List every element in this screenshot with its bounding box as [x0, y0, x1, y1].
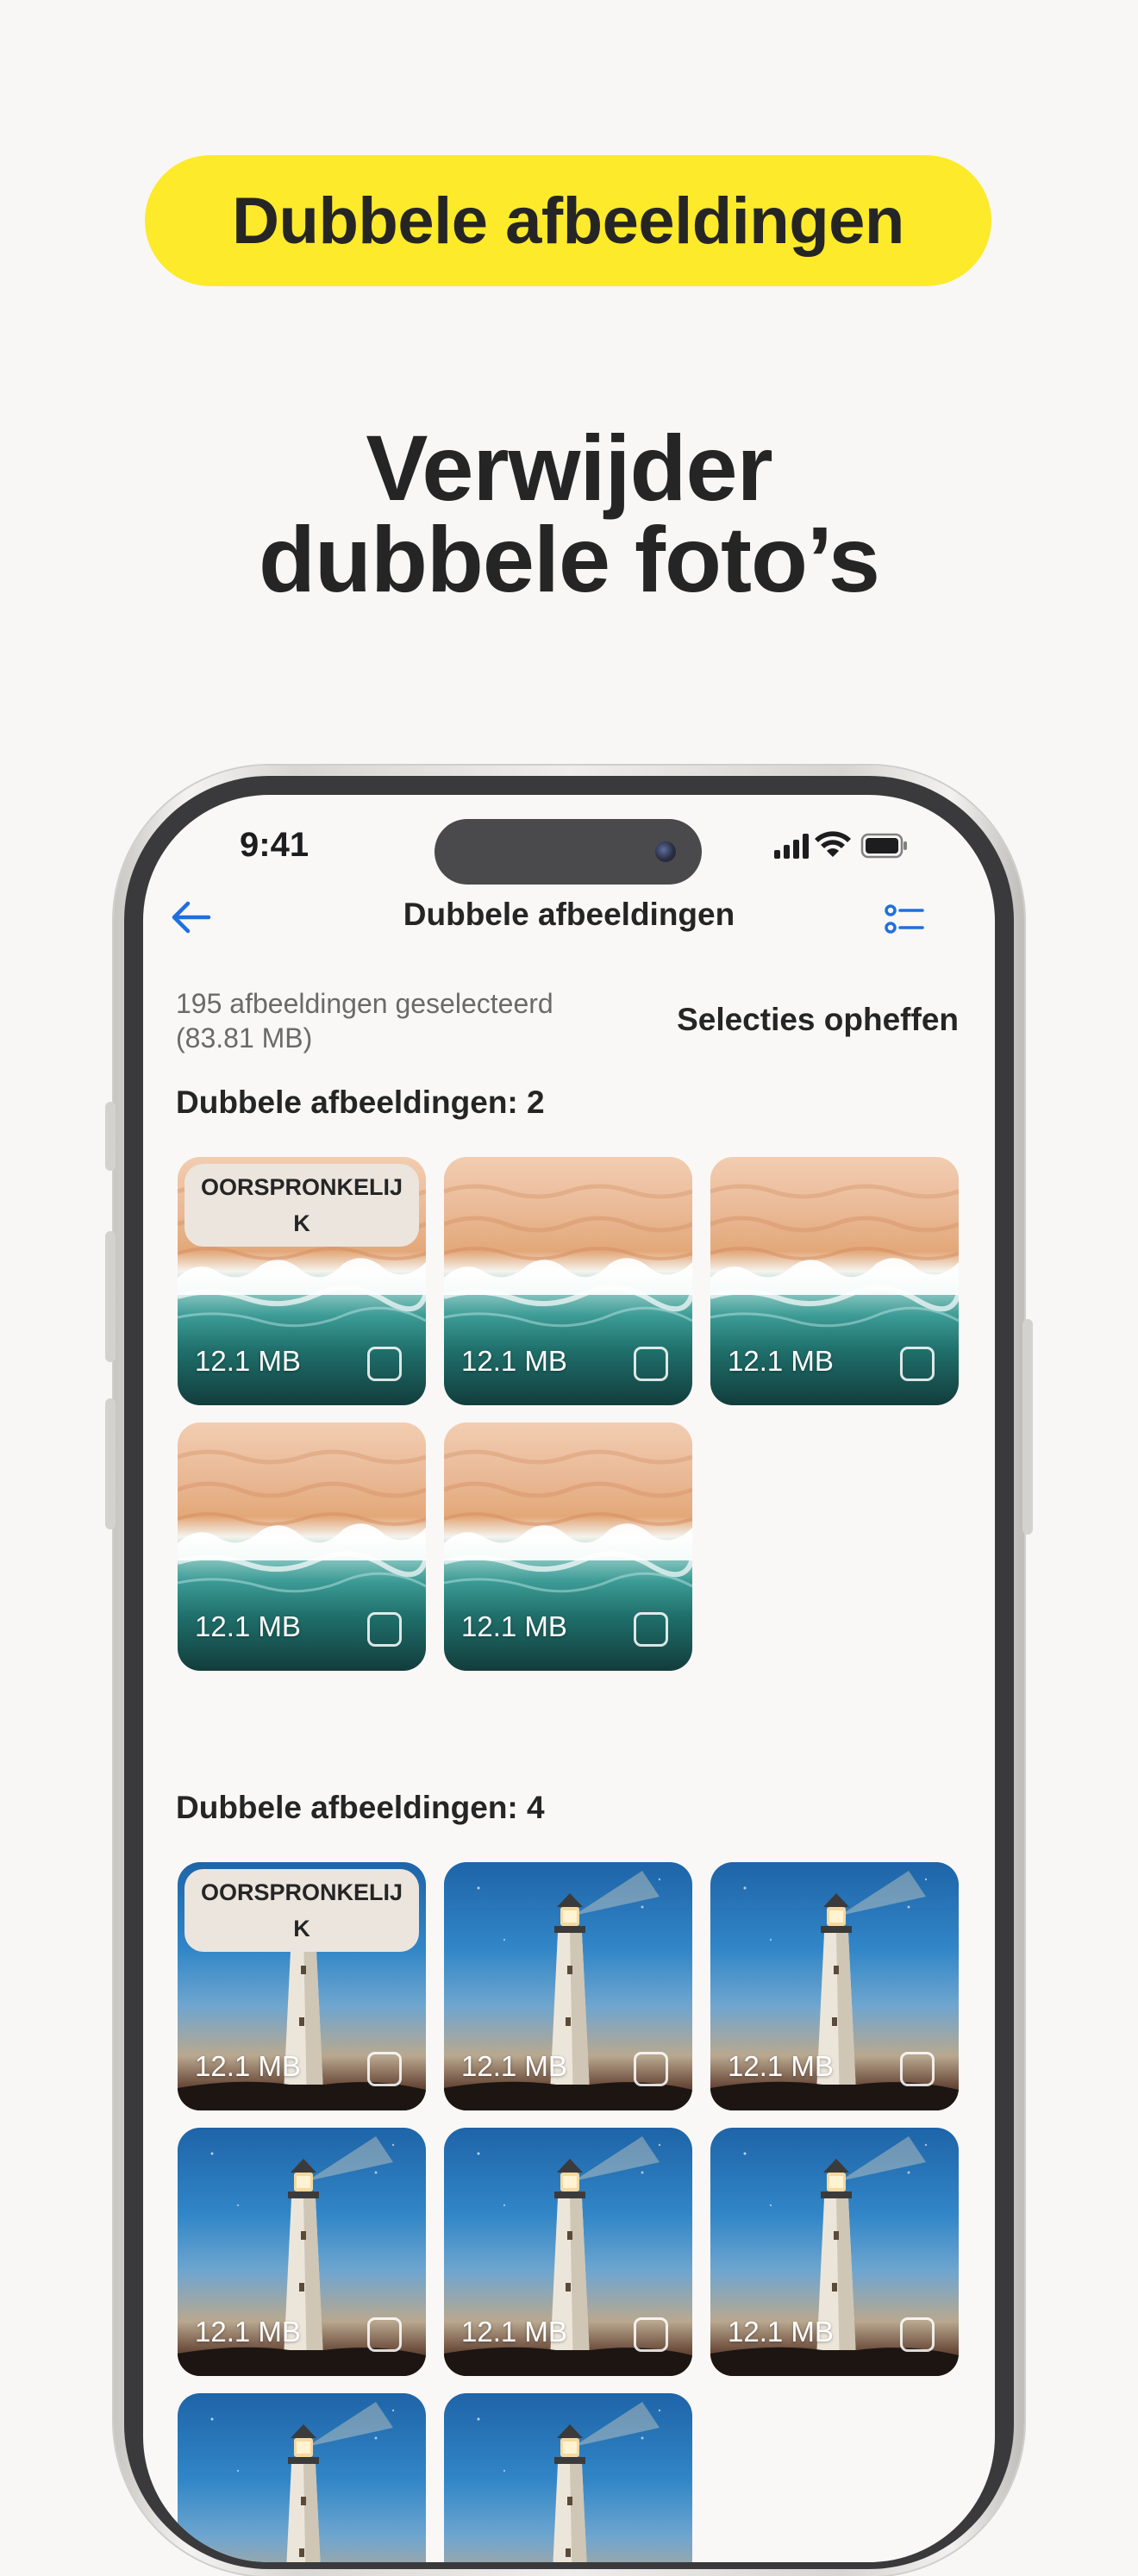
file-size-label: 12.1 MB — [195, 1610, 301, 1642]
image-grid: OORSPRONKELIJK 12.1 MB 12.1 MB 12.1 MB 12.1 … — [178, 1157, 969, 1671]
battery-icon — [860, 833, 907, 859]
select-checkbox[interactable] — [367, 2052, 402, 2086]
image-thumbnail[interactable]: 12.1 MB — [444, 1157, 692, 1405]
select-checkbox[interactable] — [367, 2317, 402, 2352]
image-thumbnail[interactable]: 12.1 MB — [710, 2128, 959, 2376]
group-title: Dubbele afbeeldingen: 4 — [176, 1790, 545, 1825]
file-size-label: 12.1 MB — [728, 2316, 834, 2348]
image-thumbnail[interactable]: 12.1 MB — [710, 1157, 959, 1405]
status-icons — [774, 831, 907, 859]
file-size-label: 12.1 MB — [461, 1610, 567, 1642]
camera-icon — [655, 841, 676, 862]
lighthouse-image — [210, 2402, 395, 2562]
file-size-label: 12.1 MB — [195, 2316, 301, 2348]
selection-count: 195 afbeeldingen geselecteerd — [176, 988, 553, 1019]
select-checkbox[interactable] — [634, 1347, 668, 1381]
selection-size: (83.81 MB) — [176, 1022, 313, 1054]
selection-info: 195 afbeeldingen geselecteerd (83.81 MB) — [176, 986, 553, 1055]
file-size-label: 12.1 MB — [195, 2050, 301, 2082]
action-button — [105, 1102, 116, 1171]
power-button — [1022, 1319, 1033, 1535]
image-thumbnail[interactable]: 12.1 MB — [710, 1862, 959, 2110]
lighthouse-image — [477, 2402, 661, 2562]
select-checkbox[interactable] — [634, 2052, 668, 2086]
file-size-label: 12.1 MB — [461, 2050, 567, 2082]
select-checkbox[interactable] — [367, 1612, 402, 1647]
volume-up-button — [105, 1231, 116, 1362]
checklist-icon[interactable] — [885, 903, 926, 935]
headline-line-2: dubbele foto’s — [259, 507, 880, 611]
status-time: 9:41 — [240, 826, 310, 864]
select-checkbox[interactable] — [900, 2052, 935, 2086]
wifi-icon — [815, 831, 851, 857]
clear-selections-button[interactable]: Selecties opheffen — [677, 1002, 959, 1038]
image-thumbnail[interactable]: 12.1 MB — [444, 1422, 692, 1671]
select-checkbox[interactable] — [634, 1612, 668, 1647]
image-thumbnail[interactable]: OORSPRONKELIJK 12.1 MB — [178, 1157, 426, 1405]
group-title: Dubbele afbeeldingen: 2 — [176, 1085, 545, 1120]
select-checkbox[interactable] — [367, 1347, 402, 1381]
feature-banner: Dubbele afbeeldingen — [145, 155, 991, 286]
original-badge: OORSPRONKELIJK — [184, 1869, 419, 1952]
file-size-label: 12.1 MB — [461, 1345, 567, 1377]
file-size-label: 12.1 MB — [461, 2316, 567, 2348]
file-size-label: 12.1 MB — [728, 2050, 834, 2082]
navigation-bar: Dubbele afbeeldingen — [143, 874, 995, 960]
nav-title: Dubbele afbeeldingen — [403, 897, 735, 932]
select-checkbox[interactable] — [900, 1347, 935, 1381]
select-checkbox[interactable] — [900, 2317, 935, 2352]
headline-line-1: Verwijder — [366, 416, 772, 520]
image-thumbnail[interactable]: 12.1 MB — [444, 2128, 692, 2376]
image-thumbnail[interactable]: 12.1 MB — [178, 2393, 426, 2562]
image-thumbnail[interactable]: 12.1 MB — [178, 2128, 426, 2376]
file-size-label: 12.1 MB — [728, 1345, 834, 1377]
image-thumbnail[interactable]: OORSPRONKELIJK 12.1 MB — [178, 1862, 426, 2110]
image-thumbnail[interactable]: 12.1 MB — [444, 1862, 692, 2110]
image-thumbnail[interactable]: 12.1 MB — [178, 1422, 426, 1671]
image-grid: OORSPRONKELIJK 12.1 MB 12.1 MB 12.1 MB 12.1 … — [178, 1862, 969, 2562]
app-screen: 9:41 Dubbele afbeeldingen 195 afbeelding… — [143, 795, 995, 2562]
file-size-label: 12.1 MB — [195, 1345, 301, 1377]
headline: Verwijder dubbele foto’s — [0, 416, 1138, 611]
original-badge: OORSPRONKELIJK — [184, 1164, 419, 1247]
image-thumbnail[interactable]: 12.1 MB — [444, 2393, 692, 2562]
signal-icon — [774, 834, 809, 859]
select-checkbox[interactable] — [634, 2317, 668, 2352]
volume-down-button — [105, 1398, 116, 1529]
